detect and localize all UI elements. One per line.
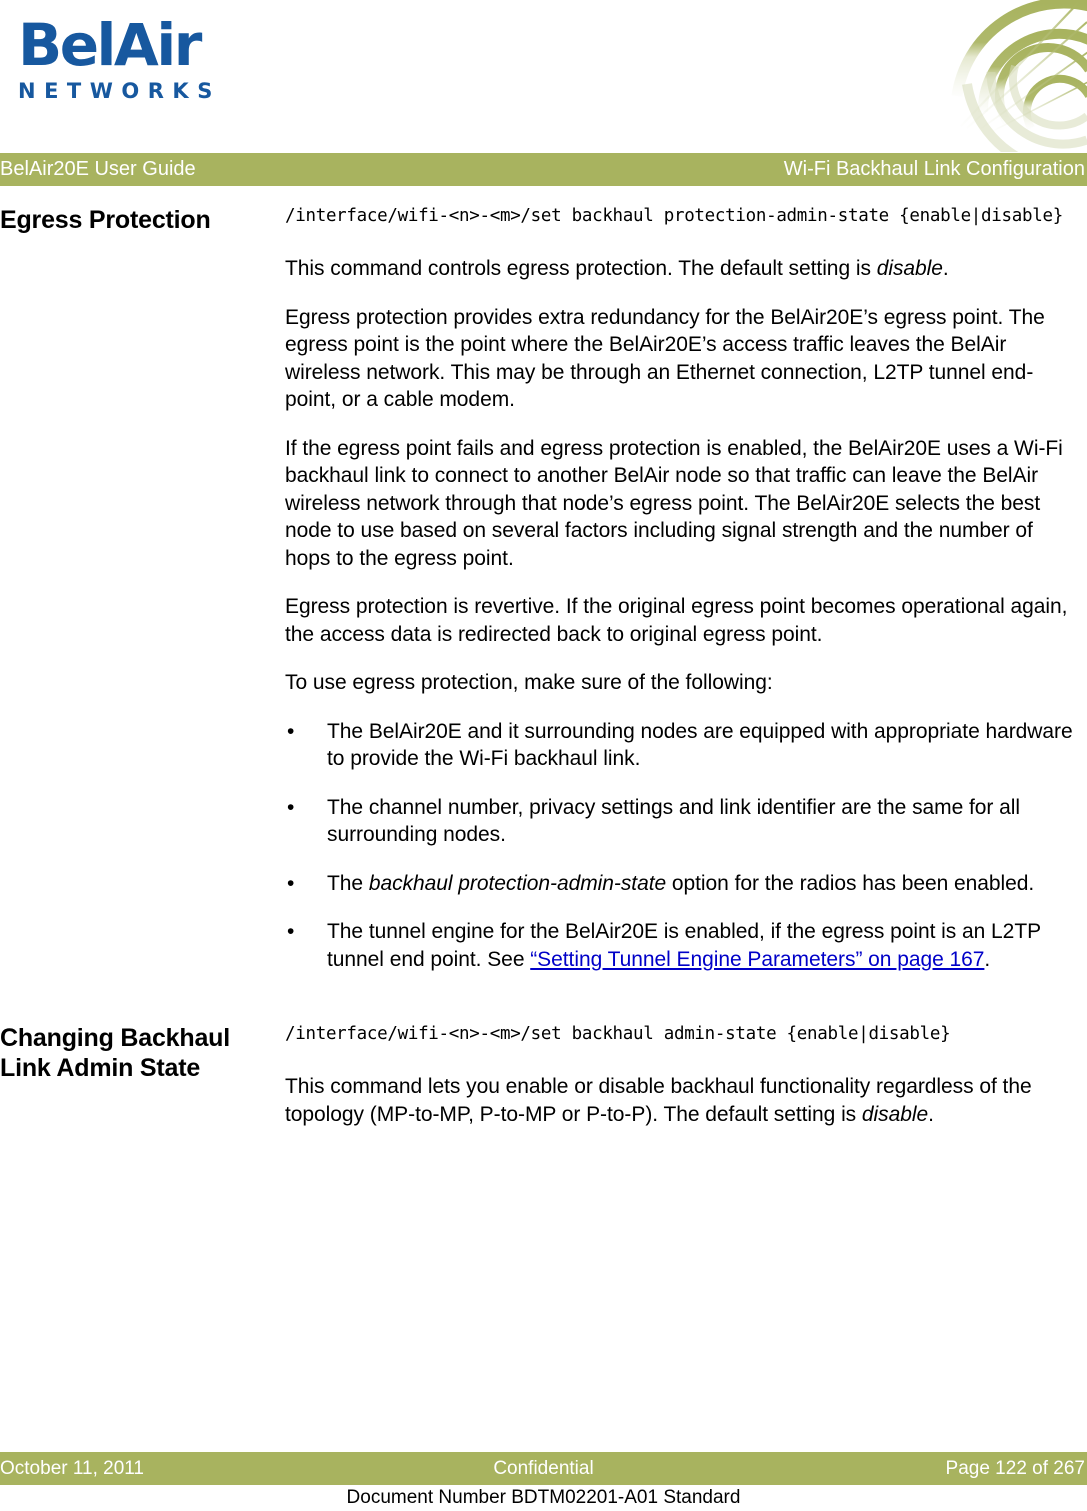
- paragraph: To use egress protection, make sure of t…: [285, 669, 1080, 697]
- header-chapter-title: Wi-Fi Backhaul Link Configuration: [783, 158, 1085, 180]
- radial-signal-waves-graphic: [951, 0, 1087, 152]
- paragraph-tail: .: [928, 1102, 934, 1126]
- footer-confidentiality-label: Confidential: [493, 1458, 594, 1479]
- list-item: • The tunnel engine for the BelAir20E is…: [285, 918, 1080, 973]
- emphasis-text: backhaul protection-admin-state: [368, 871, 667, 895]
- cli-command-egress-protection: /interface/wifi-<n>-<m>/set backhaul pro…: [285, 206, 1063, 226]
- belair-networks-logo: BelAir NETWORKS: [18, 14, 268, 104]
- bullet-marker-icon: •: [287, 920, 295, 943]
- cli-command-backhaul-admin-state: /interface/wifi-<n>-<m>/set backhaul adm…: [285, 1024, 951, 1044]
- list-item: • The channel number, privacy settings a…: [285, 794, 1080, 849]
- list-item-text: The: [327, 871, 369, 895]
- requirements-bullet-list: • The BelAir20E and it surrounding nodes…: [285, 718, 1080, 974]
- paragraph: This command controls egress protection.…: [285, 255, 1080, 283]
- section-heading-egress-protection: Egress Protection: [0, 206, 211, 234]
- emphasis-text: disable: [861, 1102, 929, 1126]
- running-header-bar: BelAir20E User Guide Wi-Fi Backhaul Link…: [0, 153, 1087, 186]
- list-item: • The BelAir20E and it surrounding nodes…: [285, 718, 1080, 773]
- paragraph: This command lets you enable or disable …: [285, 1073, 1080, 1128]
- paragraph-tail: .: [942, 257, 949, 280]
- page-content: Egress Protection /interface/wifi-<n>-<m…: [0, 205, 1087, 1128]
- bullet-marker-icon: •: [287, 871, 295, 895]
- paragraph-text: This command controls egress protection.…: [285, 257, 877, 280]
- paragraph: If the egress point fails and egress pro…: [285, 435, 1080, 573]
- logo-subwordmark-text: NETWORKS: [18, 79, 221, 103]
- list-item-text: The channel number, privacy settings and…: [327, 795, 1021, 847]
- logo-wordmark-text: BelAir: [18, 11, 202, 79]
- page-masthead: BelAir NETWORKS: [0, 0, 1087, 153]
- cross-reference-link[interactable]: “Setting Tunnel Engine Parameters” on pa…: [530, 948, 984, 971]
- paragraph-text: Egress protection is revertive. If the o…: [285, 595, 1068, 646]
- header-document-title: BelAir20E User Guide: [0, 158, 196, 180]
- footer-document-number: Document Number BDTM02201-A01 Standard: [346, 1487, 741, 1508]
- section-egress-protection: Egress Protection /interface/wifi-<n>-<m…: [0, 205, 1087, 995]
- section-changing-backhaul-link-admin-state: Changing Backhaul Link Admin State /inte…: [0, 1023, 1087, 1128]
- paragraph-text: Egress protection provides extra redunda…: [285, 305, 1045, 412]
- list-item-tail: option for the radios has been enabled.: [666, 871, 1035, 895]
- bullet-marker-icon: •: [287, 795, 295, 819]
- section-body-changing-backhaul-link-admin-state: /interface/wifi-<n>-<m>/set backhaul adm…: [285, 1023, 1080, 1128]
- list-item-text: The BelAir20E and it surrounding nodes a…: [327, 719, 1073, 771]
- section-heading-changing-backhaul-link-admin-state: Changing Backhaul Link Admin State: [0, 1024, 230, 1082]
- paragraph-text: If the egress point fails and egress pro…: [285, 436, 1063, 570]
- emphasis-text: disable: [876, 257, 943, 280]
- running-footer-bar: October 11, 2011 Confidential Page 122 o…: [0, 1452, 1087, 1485]
- list-item-tail: .: [984, 947, 991, 971]
- bullet-marker-icon: •: [287, 719, 295, 743]
- paragraph-text: To use egress protection, make sure of t…: [285, 671, 773, 694]
- footer-page-number: Page 122 of 267: [945, 1458, 1085, 1479]
- section-body-egress-protection: /interface/wifi-<n>-<m>/set backhaul pro…: [285, 205, 1080, 973]
- paragraph: Egress protection is revertive. If the o…: [285, 593, 1080, 648]
- list-item: • The backhaul protection-admin-state op…: [285, 870, 1080, 898]
- paragraph: Egress protection provides extra redunda…: [285, 304, 1080, 414]
